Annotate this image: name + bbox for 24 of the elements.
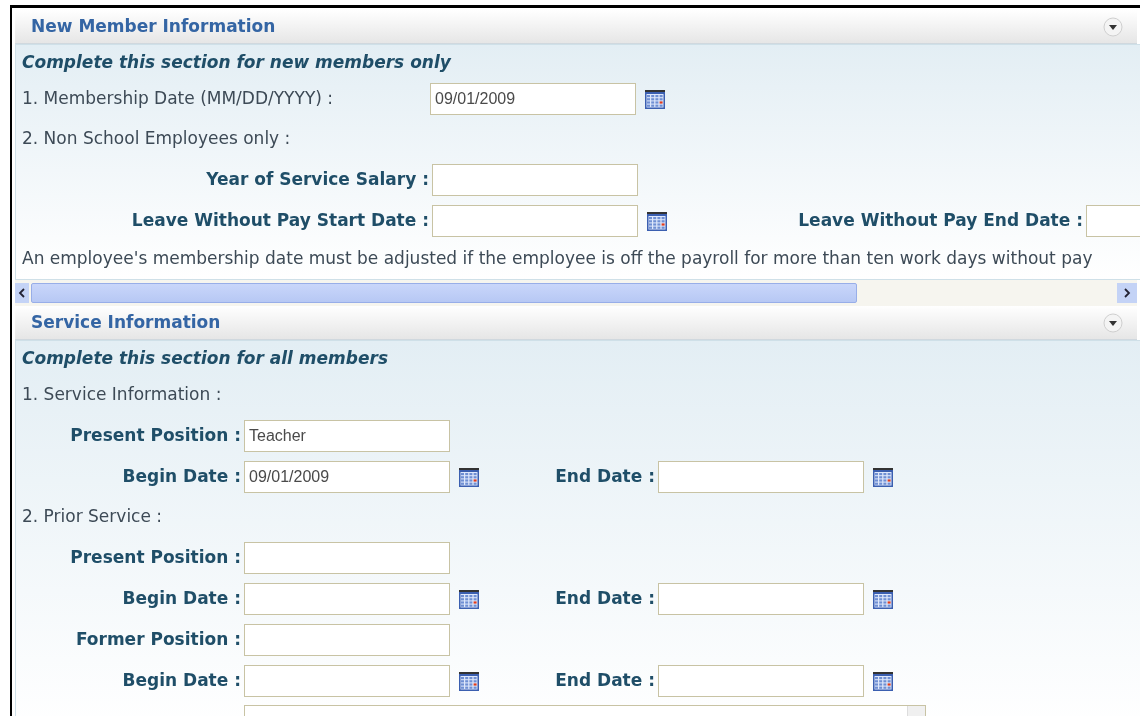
field-label: End Date : xyxy=(554,464,656,488)
text-field[interactable]: Teacher xyxy=(244,419,450,452)
field-label: Leave Without Pay Start Date : xyxy=(130,208,430,232)
question-label: 2. Prior Service : xyxy=(22,505,163,529)
note-text: An employee's membership date must be adjusted if the employee is off the payroll for more than ten work days without pay xyxy=(22,247,1093,271)
text-field[interactable]: 09/01/2009 xyxy=(430,83,636,115)
question-label: 1. Service Information : xyxy=(22,383,222,407)
field-label: Begin Date : xyxy=(121,464,242,488)
section-subtitle: Complete this section for new members only xyxy=(22,51,451,75)
field-label: End Date : xyxy=(554,586,656,610)
field-label: Leave Without Pay End Date : xyxy=(797,208,1084,232)
section-title: Service Information xyxy=(31,310,221,334)
section-title: New Member Information xyxy=(31,14,276,38)
field-label: Former Position : xyxy=(74,627,242,651)
field-label: End Date : xyxy=(554,668,656,692)
text-field[interactable]: 09/01/2009 xyxy=(244,460,450,493)
section-subtitle: Complete this section for all members xyxy=(22,347,389,371)
field-label: Present Position : xyxy=(69,423,242,447)
question-label: 2. Non School Employees only : xyxy=(22,127,291,151)
field-label: Present Position : xyxy=(69,545,242,569)
field-label: Begin Date : xyxy=(121,668,242,692)
field-label: Begin Date : xyxy=(121,586,242,610)
field-label: Year of Service Salary : xyxy=(205,167,430,191)
question-label: 1. Membership Date (MM/DD/YYYY) : xyxy=(22,87,335,111)
